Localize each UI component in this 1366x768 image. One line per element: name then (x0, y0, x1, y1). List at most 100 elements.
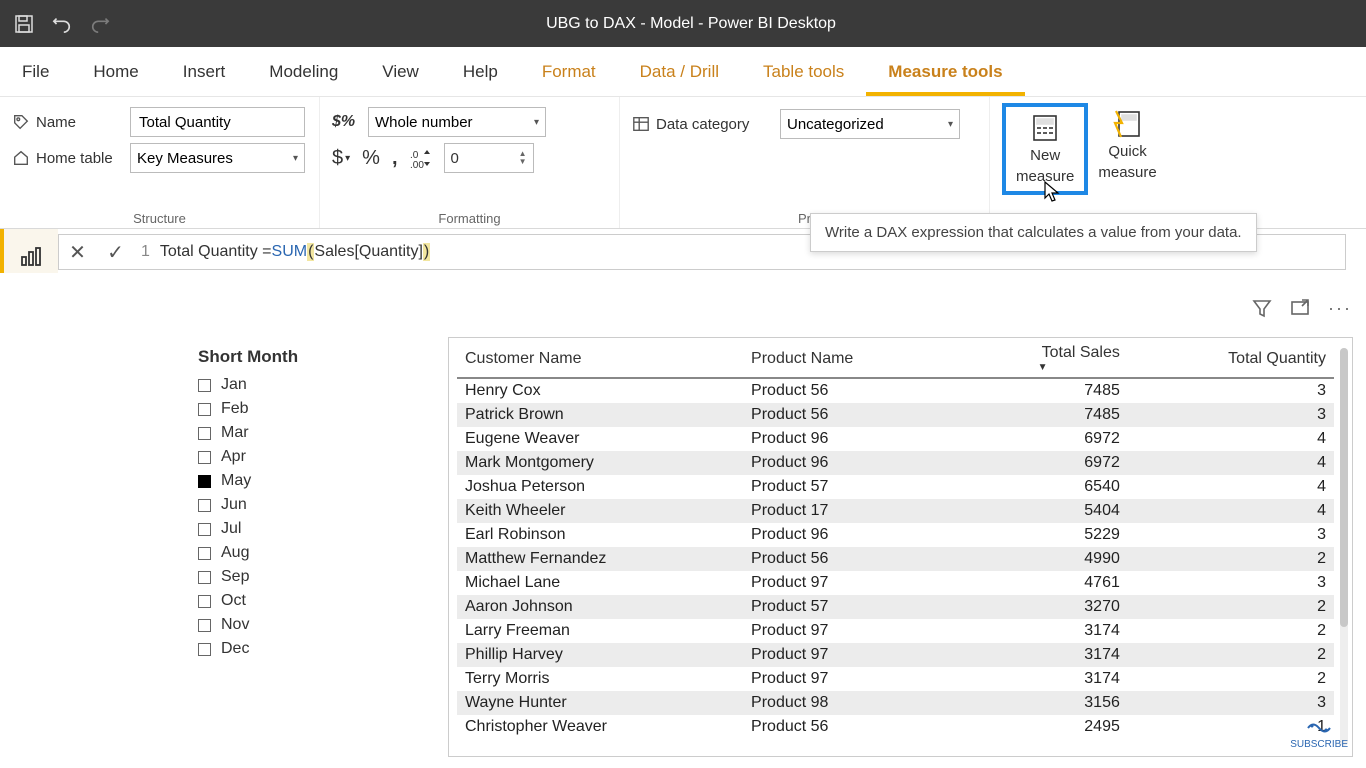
checkbox[interactable] (198, 571, 211, 584)
table-visual[interactable]: ··· Customer NameProduct NameTotal Sales… (448, 337, 1353, 757)
slicer-item-nov[interactable]: Nov (198, 613, 428, 637)
name-label: Name (12, 113, 122, 131)
slicer-item-aug[interactable]: Aug (198, 541, 428, 565)
slicer-item-apr[interactable]: Apr (198, 445, 428, 469)
table-row[interactable]: Michael LaneProduct 9747613 (457, 571, 1334, 595)
new-measure-button[interactable]: New measure (1002, 103, 1088, 195)
decimals-icon: .0.00 (410, 148, 432, 168)
slicer-item-label: Aug (221, 544, 249, 562)
table-row[interactable]: Keith WheelerProduct 1754044 (457, 499, 1334, 523)
report-canvas[interactable]: Short Month Jan Feb Mar Apr May Jun Jul Aug Sep O… (58, 273, 1366, 768)
checkbox[interactable] (198, 595, 211, 608)
percent-button[interactable]: % (362, 147, 380, 170)
table-row[interactable]: Aaron JohnsonProduct 5732702 (457, 595, 1334, 619)
table-row[interactable]: Earl RobinsonProduct 9652293 (457, 523, 1334, 547)
data-category-select[interactable]: Uncategorized▾ (780, 109, 960, 139)
slicer-item-sep[interactable]: Sep (198, 565, 428, 589)
table-scrollbar[interactable] (1340, 348, 1348, 746)
decimals-spinner[interactable]: 0 ▲▼ (444, 143, 534, 173)
save-icon[interactable] (14, 14, 34, 34)
structure-group-label: Structure (12, 211, 307, 226)
formatting-group-label: Formatting (332, 211, 607, 226)
formula-commit-icon[interactable]: ✓ (97, 235, 135, 269)
thousands-button[interactable]: , (392, 147, 398, 170)
slicer-item-label: Apr (221, 448, 246, 466)
slicer-item-label: Sep (221, 568, 249, 586)
table-row[interactable]: Larry FreemanProduct 9731742 (457, 619, 1334, 643)
table-row[interactable]: Henry CoxProduct 5674853 (457, 378, 1334, 403)
tab-table-tools[interactable]: Table tools (741, 47, 866, 96)
column-header[interactable]: Product Name (743, 338, 957, 378)
formula-text[interactable]: 1 Total Quantity = SUM( Sales[Quantity] … (135, 243, 436, 261)
ribbon: Name Total Quantity Home table Key Measu… (0, 97, 1366, 229)
tab-measure-tools[interactable]: Measure tools (866, 47, 1024, 96)
format-icon: $% (332, 113, 360, 131)
ribbon-tabs: File Home Insert Modeling View Help Form… (0, 47, 1366, 97)
name-input[interactable]: Total Quantity (130, 107, 305, 137)
undo-icon[interactable] (52, 14, 72, 34)
slicer-item-jan[interactable]: Jan (198, 373, 428, 397)
table-row[interactable]: Patrick BrownProduct 5674853 (457, 403, 1334, 427)
checkbox[interactable] (198, 403, 211, 416)
slicer-item-label: Nov (221, 616, 249, 634)
table-row[interactable]: Wayne HunterProduct 9831563 (457, 691, 1334, 715)
slicer-item-mar[interactable]: Mar (198, 421, 428, 445)
slicer-item-label: Mar (221, 424, 249, 442)
home-table-label: Home table (12, 149, 122, 167)
subscribe-watermark: SUBSCRIBE (1290, 719, 1348, 750)
month-slicer[interactable]: Short Month Jan Feb Mar Apr May Jun Jul Aug Sep O… (198, 347, 428, 661)
file-tab[interactable]: File (0, 47, 71, 96)
new-measure-tooltip: Write a DAX expression that calculates a… (810, 213, 1257, 252)
format-select[interactable]: Whole number▾ (368, 107, 546, 137)
table-row[interactable]: Phillip HarveyProduct 9731742 (457, 643, 1334, 667)
table-row[interactable]: Mark MontgomeryProduct 9669724 (457, 451, 1334, 475)
tab-home[interactable]: Home (71, 47, 160, 96)
currency-button[interactable]: $▾ (332, 147, 350, 170)
slicer-item-jun[interactable]: Jun (198, 493, 428, 517)
tab-format[interactable]: Format (520, 47, 618, 96)
checkbox[interactable] (198, 619, 211, 632)
tab-data-drill[interactable]: Data / Drill (618, 47, 741, 96)
slicer-item-label: Feb (221, 400, 249, 418)
table-row[interactable]: Eugene WeaverProduct 9669724 (457, 427, 1334, 451)
table-row[interactable]: Joshua PetersonProduct 5765404 (457, 475, 1334, 499)
quick-measure-button[interactable]: Quick measure (1088, 103, 1166, 187)
slicer-item-label: May (221, 472, 251, 490)
slicer-item-feb[interactable]: Feb (198, 397, 428, 421)
slicer-item-dec[interactable]: Dec (198, 637, 428, 661)
tab-insert[interactable]: Insert (161, 47, 248, 96)
checkbox[interactable] (198, 547, 211, 560)
more-options-icon[interactable]: ··· (1328, 298, 1352, 319)
column-header[interactable]: Total Quantity (1128, 338, 1334, 378)
column-header[interactable]: Customer Name (457, 338, 743, 378)
table-row[interactable]: Matthew FernandezProduct 5649902 (457, 547, 1334, 571)
focus-mode-icon[interactable] (1290, 298, 1310, 319)
checkbox[interactable] (198, 451, 211, 464)
slicer-item-oct[interactable]: Oct (198, 589, 428, 613)
table-row[interactable]: Christopher WeaverProduct 5624951 (457, 715, 1334, 739)
slicer-item-label: Dec (221, 640, 249, 658)
checkbox[interactable] (198, 523, 211, 536)
column-header[interactable]: Total Sales▼ (957, 338, 1128, 378)
tab-modeling[interactable]: Modeling (247, 47, 360, 96)
checkbox[interactable] (198, 379, 211, 392)
formula-cancel-icon[interactable]: ✕ (59, 235, 97, 269)
slicer-title: Short Month (198, 347, 428, 367)
filter-icon[interactable] (1252, 298, 1272, 319)
tab-help[interactable]: Help (441, 47, 520, 96)
tab-view[interactable]: View (360, 47, 441, 96)
window-title: UBG to DAX - Model - Power BI Desktop (110, 15, 1272, 33)
table-row[interactable]: Terry MorrisProduct 9731742 (457, 667, 1334, 691)
title-bar: UBG to DAX - Model - Power BI Desktop (0, 0, 1366, 47)
data-category-label: Data category (632, 115, 772, 133)
home-table-select[interactable]: Key Measures▾ (130, 143, 305, 173)
slicer-item-label: Jun (221, 496, 247, 514)
slicer-item-jul[interactable]: Jul (198, 517, 428, 541)
slicer-item-may[interactable]: May (198, 469, 428, 493)
checkbox[interactable] (198, 643, 211, 656)
slicer-item-label: Jul (221, 520, 241, 538)
checkbox[interactable] (198, 475, 211, 488)
checkbox[interactable] (198, 427, 211, 440)
checkbox[interactable] (198, 499, 211, 512)
slicer-item-label: Jan (221, 376, 247, 394)
